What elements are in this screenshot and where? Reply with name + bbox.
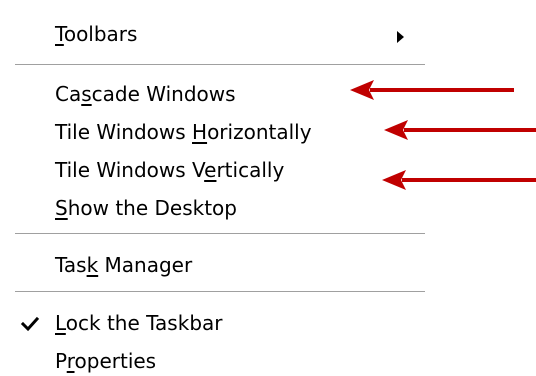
menu-item-task-manager[interactable]: Task Manager: [0, 237, 430, 293]
red-arrow-icon: [350, 80, 514, 100]
menu-separator: [15, 233, 425, 235]
chevron-right-icon: [397, 31, 404, 43]
menu-item-label: Tile Windows Horizontally: [55, 120, 312, 144]
menu-item-label: Lock the Taskbar: [55, 311, 223, 335]
red-arrow-icon: [384, 120, 536, 140]
menu-item-label: Toolbars: [55, 22, 138, 46]
menu-item-show-the-desktop[interactable]: Show the Desktop: [0, 180, 430, 236]
taskbar-context-menu: Toolbars Cascade Windows Tile Windows Ho…: [0, 0, 430, 376]
red-arrow-icon: [382, 170, 536, 190]
menu-item-label: Task Manager: [55, 253, 193, 277]
checkmark-icon: [20, 316, 40, 332]
menu-item-label: Cascade Windows: [55, 82, 236, 106]
menu-item-label: Tile Windows Vertically: [55, 158, 285, 182]
menu-item-properties[interactable]: Properties: [0, 333, 430, 376]
menu-separator: [15, 291, 425, 293]
menu-item-label: Properties: [55, 349, 157, 373]
menu-item-label: Show the Desktop: [55, 196, 237, 220]
menu-item-toolbars[interactable]: Toolbars: [0, 6, 430, 62]
